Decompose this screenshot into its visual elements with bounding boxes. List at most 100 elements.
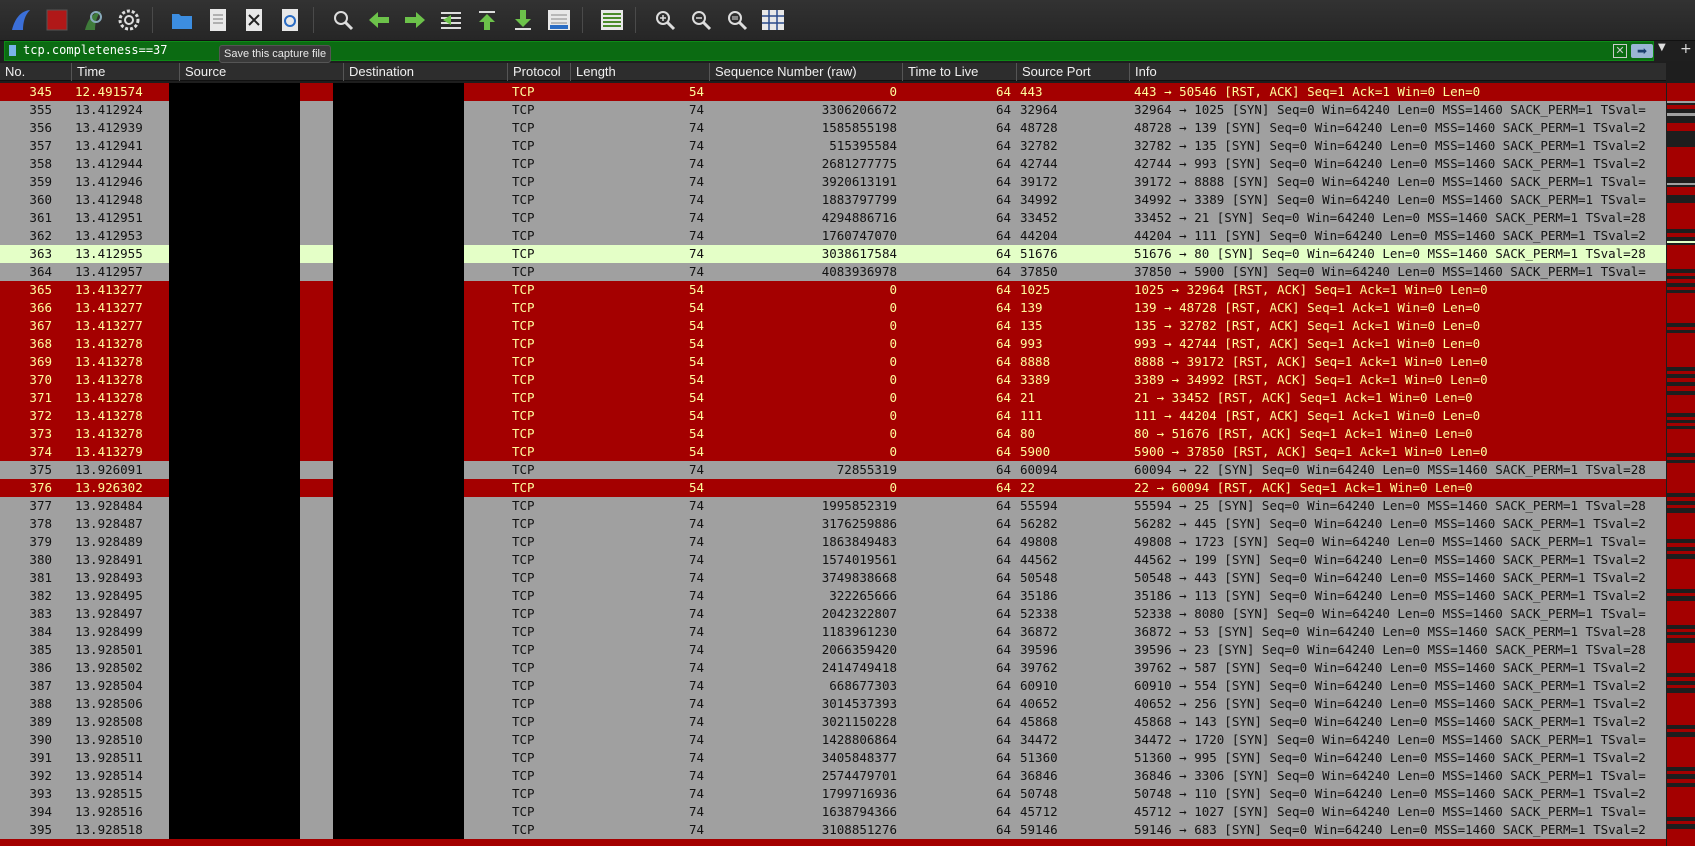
zoom-out-icon[interactable] [686,5,716,35]
options-gear-icon[interactable] [114,5,144,35]
resize-columns-icon[interactable] [758,5,788,35]
column-header-destination[interactable]: Destination [343,63,507,81]
packet-row[interactable]: 389 13.928508 TCP 74 3021150228 64 45868 45868 … [0,713,1666,731]
packet-row[interactable]: 364 13.412957 TCP 74 4083936978 64 37850 37850 … [0,263,1666,281]
zoom-in-icon[interactable] [650,5,680,35]
restart-icon[interactable] [78,5,108,35]
autoscroll-icon[interactable] [544,5,574,35]
packet-row[interactable]: 394 13.928516 TCP 74 1638794366 64 45712 45712 … [0,803,1666,821]
packet-row[interactable]: 360 13.412948 TCP 74 1883797799 64 34992 34992 … [0,191,1666,209]
column-header-source-port[interactable]: Source Port [1016,63,1129,81]
redact-destination [333,155,464,173]
packet-row[interactable]: 363 13.412955 TCP 74 3038617584 64 51676 51676 … [0,245,1666,263]
packet-row[interactable]: 390 13.928510 TCP 74 1428806864 64 34472 34472 … [0,731,1666,749]
column-header-source[interactable]: Source [179,63,343,81]
packet-row[interactable]: 371 13.413278 TCP 54 0 64 21 21 → 33452 [RST, A… [0,389,1666,407]
packet-row[interactable]: 355 13.412924 TCP 74 3306206672 64 32964 32964 … [0,101,1666,119]
cell-time: 13.928489 [75,534,143,549]
packet-row[interactable]: 391 13.928511 TCP 74 3405848377 64 51360 51360 … [0,749,1666,767]
packet-row[interactable]: 369 13.413278 TCP 54 0 64 8888 8888 → 39172 [RS… [0,353,1666,371]
cell-sequence: 0 [889,318,897,333]
packet-row[interactable]: 378 13.928487 TCP 74 3176259886 64 56282 56282 … [0,515,1666,533]
redact-destination [333,695,464,713]
cell-time: 13.928516 [75,804,143,819]
chevron-down-icon[interactable]: ▼ [1658,42,1666,53]
packet-row[interactable]: 358 13.412944 TCP 74 2681277775 64 42744 42744 … [0,155,1666,173]
shark-fin-icon[interactable] [6,5,36,35]
open-folder-icon[interactable] [167,5,197,35]
cell-no: 370 [29,372,52,387]
packet-row[interactable]: 392 13.928514 TCP 74 2574479701 64 36846 36846 … [0,767,1666,785]
packet-row[interactable]: 367 13.413277 TCP 54 0 64 135 135 → 32782 [RST,… [0,317,1666,335]
packet-row[interactable]: 372 13.413278 TCP 54 0 64 111 111 → 44204 [RST,… [0,407,1666,425]
bookmark-icon[interactable] [9,45,16,56]
packet-row[interactable]: 373 13.413278 TCP 54 0 64 80 80 → 51676 [RST, A… [0,425,1666,443]
packet-row[interactable]: 377 13.928484 TCP 74 1995852319 64 55594 55594 … [0,497,1666,515]
first-packet-icon[interactable] [472,5,502,35]
close-file-icon[interactable] [239,5,269,35]
packet-row[interactable]: 384 13.928499 TCP 74 1183961230 64 36872 36872 … [0,623,1666,641]
packet-row[interactable]: 379 13.928489 TCP 74 1863849483 64 49808 49808 … [0,533,1666,551]
packet-row[interactable]: 345 12.491574 TCP 54 0 64 443 443 → 50546 [RST,… [0,83,1666,101]
cell-time: 13.928501 [75,642,143,657]
packet-row[interactable]: 359 13.412946 TCP 74 3920613191 64 39172 39172 … [0,173,1666,191]
cell-length: 54 [688,390,704,405]
goto-packet-icon[interactable] [436,5,466,35]
packet-row[interactable]: 383 13.928497 TCP 74 2042322807 64 52338 52338 … [0,605,1666,623]
cell-protocol: TCP [512,84,535,99]
packet-row[interactable]: 387 13.928504 TCP 74 668677303 64 60910 60910 →… [0,677,1666,695]
colorize-icon[interactable] [597,5,627,35]
packet-row[interactable]: 385 13.928501 TCP 74 2066359420 64 39596 39596 … [0,641,1666,659]
column-header-info[interactable]: Info [1129,63,1666,81]
packet-row[interactable]: 382 13.928495 TCP 74 322265666 64 35186 35186 →… [0,587,1666,605]
cell-ttl: 64 [995,714,1011,729]
column-header-sequence[interactable]: Sequence Number (raw) [709,63,902,81]
minimap-marker [1667,729,1695,732]
packet-row[interactable]: 357 13.412941 TCP 74 515395584 64 32782 32782 →… [0,137,1666,155]
packet-row[interactable]: 370 13.413278 TCP 54 0 64 3389 3389 → 34992 [RS… [0,371,1666,389]
packet-row[interactable]: 375 13.926091 TCP 74 72855319 64 60094 60094 → … [0,461,1666,479]
redact-source [169,191,300,209]
packet-row[interactable]: 356 13.412939 TCP 74 1585855198 64 48728 48728 … [0,119,1666,137]
packet-row[interactable]: 395 13.928518 TCP 74 3108851276 64 59146 59146 … [0,821,1666,839]
save-file-icon[interactable] [203,5,233,35]
redact-source [169,551,300,569]
packet-row[interactable]: 381 13.928493 TCP 74 3749838668 64 50548 50548 … [0,569,1666,587]
back-arrow-icon[interactable] [364,5,394,35]
cell-sequence: 1585855198 [821,120,897,135]
column-header-ttl[interactable]: Time to Live [902,63,1016,81]
column-header-no[interactable]: No. [0,63,71,81]
last-packet-icon[interactable] [508,5,538,35]
column-header-protocol[interactable]: Protocol [507,63,570,81]
cell-ttl: 64 [995,156,1011,171]
zoom-normal-icon[interactable] [722,5,752,35]
packet-row[interactable]: 368 13.413278 TCP 54 0 64 993 993 → 42744 [RST,… [0,335,1666,353]
find-icon[interactable] [328,5,358,35]
packet-row[interactable]: 362 13.412953 TCP 74 1760747070 64 44204 44204 … [0,227,1666,245]
packet-row[interactable]: 365 13.413277 TCP 54 0 64 1025 1025 → 32964 [RS… [0,281,1666,299]
packet-row[interactable]: 380 13.928491 TCP 74 1574019561 64 44562 44562 … [0,551,1666,569]
cell-protocol: TCP [512,192,535,207]
cell-sequence: 1574019561 [821,552,897,567]
packet-list[interactable]: 345 12.491574 TCP 54 0 64 443 443 → 50546 [RST,… [0,83,1666,846]
clear-filter-icon[interactable]: ✕ [1613,44,1627,58]
packet-row[interactable]: 393 13.928515 TCP 74 1799716936 64 50748 50748 … [0,785,1666,803]
column-header-time[interactable]: Time [71,63,179,81]
forward-arrow-icon[interactable] [400,5,430,35]
minimap-marker [1667,123,1695,131]
packet-row[interactable]: 376 13.926302 TCP 54 0 64 22 22 → 60094 [RST, A… [0,479,1666,497]
packet-row[interactable]: 388 13.928506 TCP 74 3014537393 64 40652 40652 … [0,695,1666,713]
packet-row[interactable] [0,839,1666,846]
packet-row[interactable]: 374 13.413279 TCP 54 0 64 5900 5900 → 37850 [RS… [0,443,1666,461]
column-header-length[interactable]: Length [570,63,709,81]
packet-row[interactable]: 386 13.928502 TCP 74 2414749418 64 39762 39762 … [0,659,1666,677]
stop-icon[interactable] [42,5,72,35]
packet-row[interactable]: 366 13.413277 TCP 54 0 64 139 139 → 48728 [RST,… [0,299,1666,317]
reload-icon[interactable] [275,5,305,35]
cell-sequence: 0 [889,480,897,495]
apply-filter-icon[interactable]: ➡ [1631,44,1653,58]
packet-row[interactable]: 361 13.412951 TCP 74 4294886716 64 33452 33452 … [0,209,1666,227]
packet-minimap-scrollbar[interactable] [1666,83,1695,846]
redact-source [169,749,300,767]
add-filter-button-icon[interactable]: + [1680,41,1692,57]
